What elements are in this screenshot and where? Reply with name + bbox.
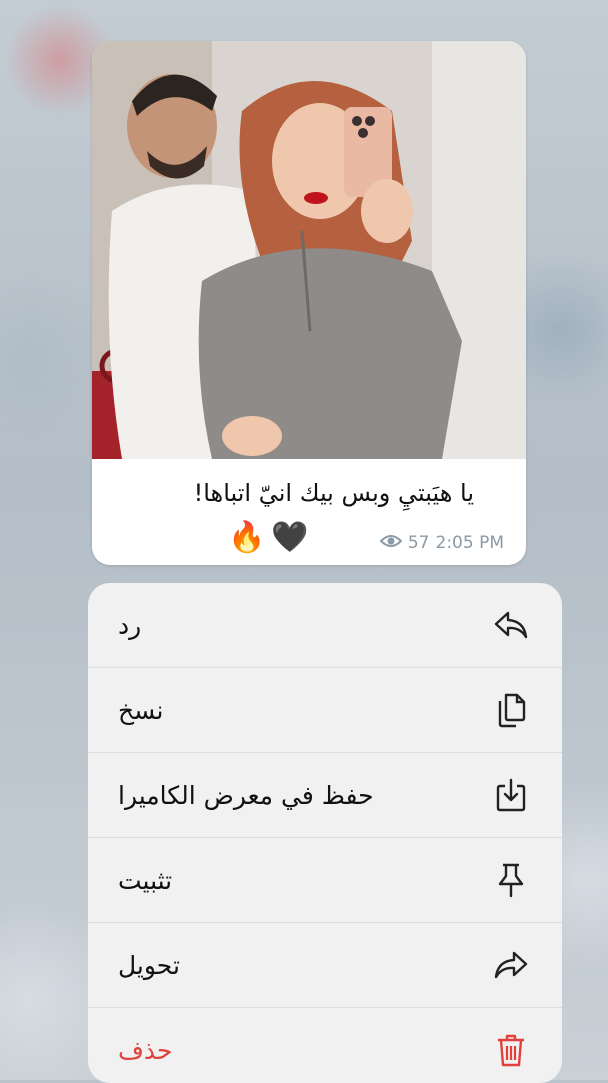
- message-context-menu: رد نسخ حفظ في معرض الكاميرا تثبيت تحويل …: [88, 583, 562, 1083]
- copy-icon: [490, 689, 532, 731]
- message-meta: 57 2:05 PM: [379, 533, 505, 553]
- message-emoji-row: 🔥 🖤: [228, 517, 309, 557]
- menu-item-forward[interactable]: تحويل: [88, 923, 562, 1008]
- message-caption: يا هيَبتيِ وبس بيك انيّ اتباها!: [193, 479, 474, 507]
- menu-item-label: تحويل: [118, 950, 180, 980]
- forward-icon: [490, 944, 532, 986]
- menu-item-reply[interactable]: رد: [88, 583, 562, 668]
- save-to-gallery-icon: [490, 774, 532, 816]
- trash-icon: [490, 1029, 532, 1071]
- views-count: 57: [407, 533, 430, 553]
- menu-item-label: حفظ في معرض الكاميرا: [118, 780, 374, 810]
- pin-icon: [490, 859, 532, 901]
- menu-item-save-to-gallery[interactable]: حفظ في معرض الكاميرا: [88, 753, 562, 838]
- message-bubble[interactable]: يا هيَبتيِ وبس بيك انيّ اتباها! 🔥 🖤 57 2…: [92, 41, 526, 565]
- menu-item-label: حذف: [118, 1035, 173, 1065]
- reply-icon: [490, 604, 532, 646]
- menu-item-pin[interactable]: تثبيت: [88, 838, 562, 923]
- black-heart-emoji: 🖤: [271, 519, 309, 555]
- views-icon: [379, 533, 403, 553]
- menu-item-delete[interactable]: حذف: [88, 1008, 562, 1083]
- fire-emoji: 🔥: [228, 519, 266, 555]
- message-time: 2:05 PM: [435, 533, 505, 553]
- message-photo[interactable]: [92, 41, 526, 459]
- menu-item-label: رد: [118, 610, 142, 640]
- menu-item-copy[interactable]: نسخ: [88, 668, 562, 753]
- menu-item-label: نسخ: [118, 695, 164, 725]
- menu-item-label: تثبيت: [118, 865, 173, 895]
